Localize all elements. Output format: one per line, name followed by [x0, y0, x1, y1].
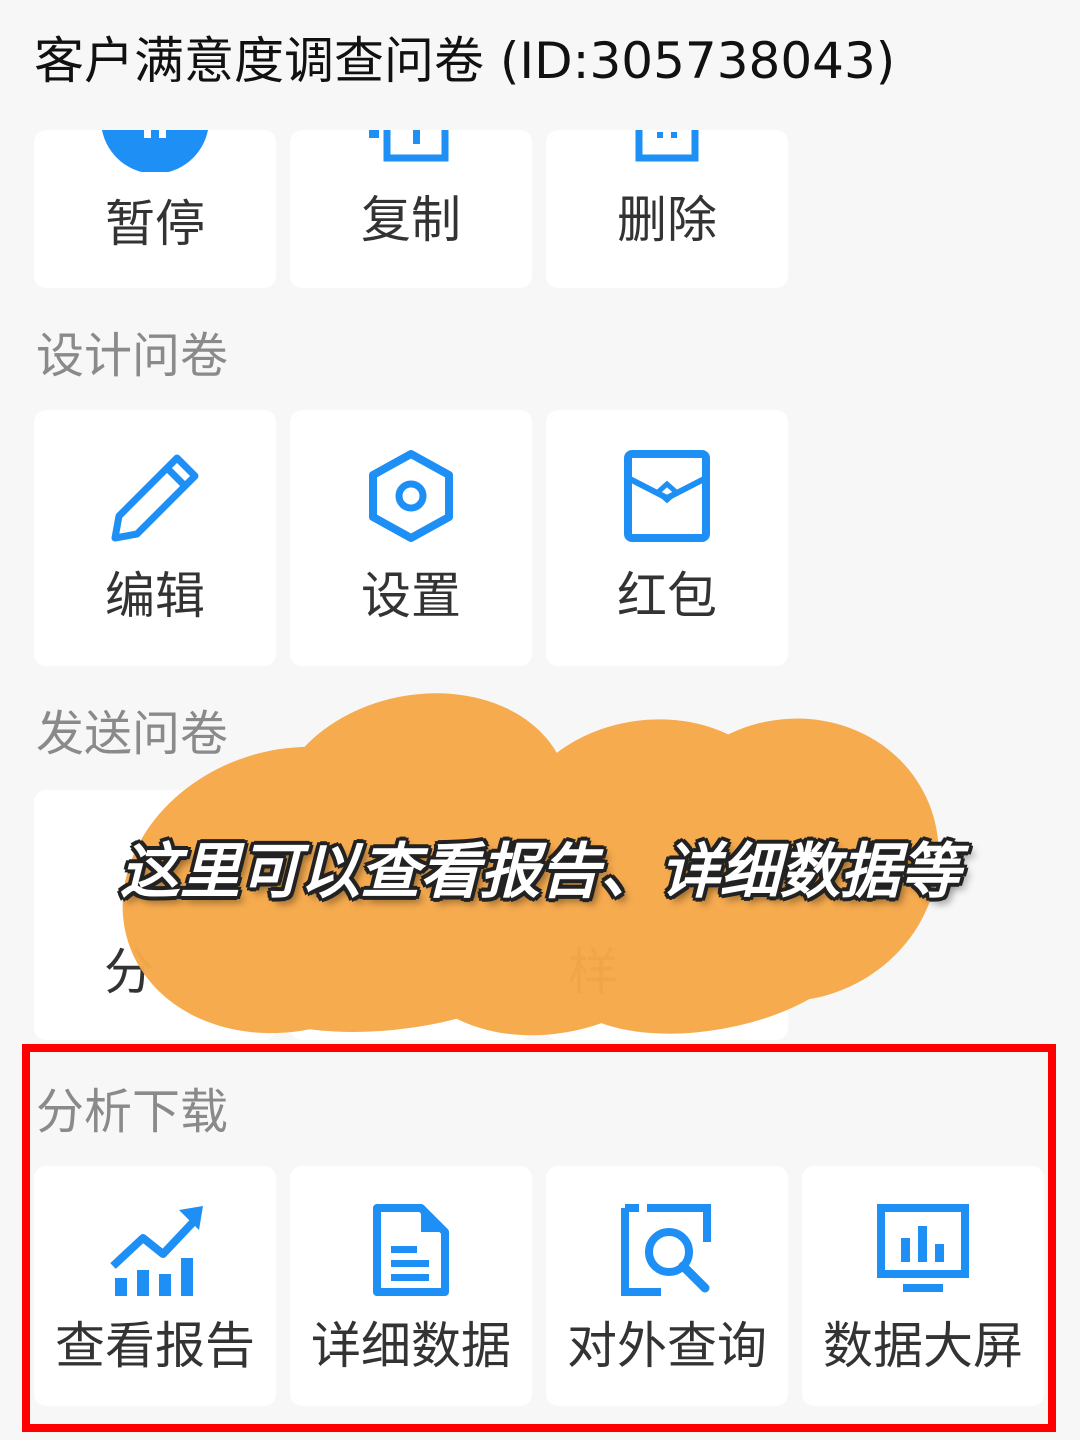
red-envelope-button[interactable]: 红包: [546, 410, 788, 666]
search-frame-icon: [546, 1202, 788, 1298]
monitor-chart-icon: [802, 1202, 1044, 1298]
delete-label: 删除: [617, 191, 717, 249]
page-title: 客户满意度调查问卷 (ID:305738043): [34, 32, 896, 90]
send-section-title: 发送问卷: [36, 706, 229, 762]
send-tile-1[interactable]: 分: [34, 790, 276, 1040]
design-section-title: 设计问卷: [36, 328, 229, 384]
copy-icon: [290, 130, 532, 164]
trending-chart-icon: [34, 1202, 276, 1298]
copy-button[interactable]: 复制: [290, 130, 532, 288]
send-tile-3[interactable]: 样: [546, 790, 788, 1040]
send-tile-1-label-fragment: 分: [104, 943, 154, 1001]
copy-label: 复制: [361, 191, 461, 249]
edit-label: 编辑: [105, 567, 205, 625]
settings-button[interactable]: 设置: [290, 410, 532, 666]
hexagon-settings-icon: [290, 448, 532, 544]
delete-button[interactable]: 删除: [546, 130, 788, 288]
red-envelope-label: 红包: [617, 567, 717, 625]
view-report-label: 查看报告: [55, 1317, 255, 1375]
pause-label: 暂停: [105, 195, 205, 253]
trash-icon: [546, 130, 788, 164]
red-envelope-icon: [546, 448, 788, 544]
view-report-button[interactable]: 查看报告: [34, 1166, 276, 1406]
document-icon: [290, 1202, 532, 1298]
pause-button[interactable]: 暂停: [34, 130, 276, 288]
annotation-caption: 这里可以查看报告、详细数据等: [120, 837, 960, 907]
data-dashboard-button[interactable]: 数据大屏: [802, 1166, 1044, 1406]
edit-button[interactable]: 编辑: [34, 410, 276, 666]
send-tile-2[interactable]: [290, 790, 532, 1040]
external-query-label: 对外查询: [567, 1317, 767, 1375]
data-dashboard-label: 数据大屏: [823, 1317, 1023, 1375]
settings-label: 设置: [361, 567, 461, 625]
analysis-section-title: 分析下载: [36, 1084, 229, 1140]
pencil-icon: [34, 450, 276, 542]
external-query-button[interactable]: 对外查询: [546, 1166, 788, 1406]
send-tile-3-label-fragment: 样: [568, 943, 618, 1001]
pause-circle-icon: [34, 130, 276, 172]
detailed-data-button[interactable]: 详细数据: [290, 1166, 532, 1406]
detailed-data-label: 详细数据: [311, 1317, 511, 1375]
